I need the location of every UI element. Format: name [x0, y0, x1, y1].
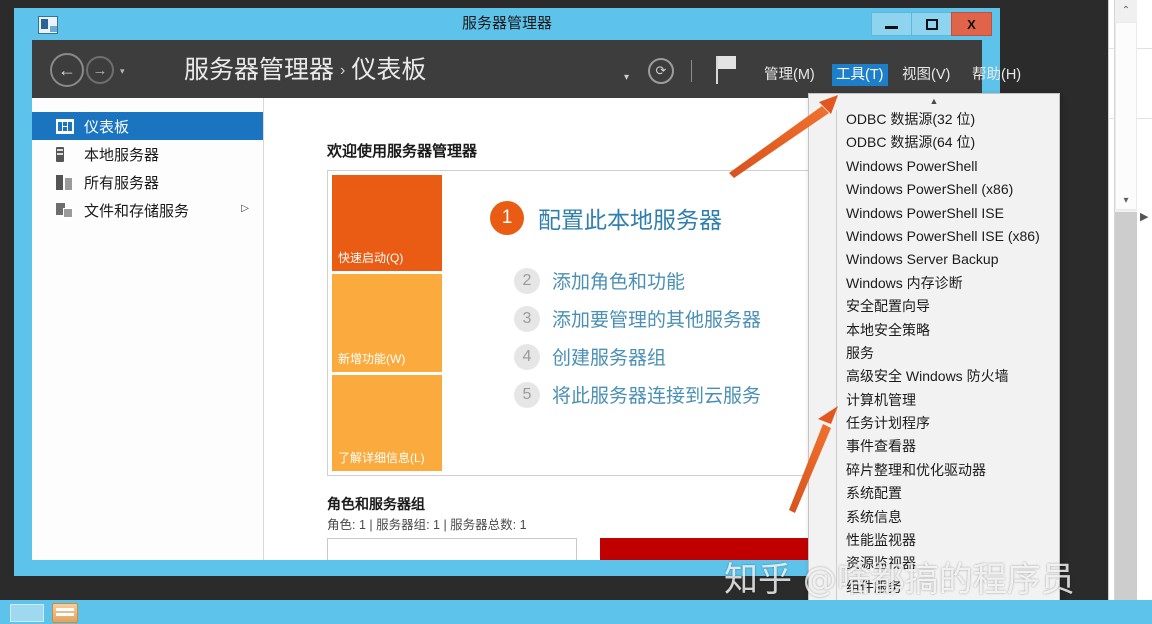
step-number: 4: [514, 343, 540, 370]
step-number: 5: [514, 381, 540, 408]
tile-label: 快速启动(Q): [338, 251, 404, 265]
step-label[interactable]: 添加角色和功能: [552, 267, 685, 294]
roles-section-heading: 角色和服务器组: [327, 496, 425, 512]
tools-menu-item[interactable]: 任务计划程序: [809, 412, 1059, 435]
page-scrollbar[interactable]: ⌃ ▾: [1114, 0, 1137, 600]
step-connect-cloud-services[interactable]: 5 将此服务器连接到云服务: [514, 381, 761, 408]
tools-dropdown-menu[interactable]: ▲ ODBC 数据源(32 位) ODBC 数据源(64 位) Windows …: [808, 93, 1060, 613]
tools-menu-item[interactable]: 服务: [809, 342, 1059, 365]
menu-view[interactable]: 视图(V): [898, 64, 954, 86]
refresh-icon[interactable]: ⟳: [648, 58, 674, 84]
tools-menu-item[interactable]: 高级安全 Windows 防火墙: [809, 365, 1059, 388]
sidebar-item-local-server[interactable]: 本地服务器: [32, 140, 263, 168]
chevron-right-icon[interactable]: ▷: [241, 203, 249, 214]
tools-menu-item[interactable]: Windows PowerShell (x86): [809, 178, 1059, 201]
tools-menu-item[interactable]: 系统配置: [809, 482, 1059, 505]
step-label[interactable]: 将此服务器连接到云服务: [552, 381, 761, 408]
sidebar-item-label: 本地服务器: [84, 146, 160, 164]
sidebar-item-dashboard[interactable]: 仪表板: [32, 112, 263, 140]
tools-menu-item[interactable]: 本地安全策略: [809, 319, 1059, 342]
servers-icon: [56, 174, 74, 190]
menu-tools[interactable]: 工具(T): [832, 64, 888, 86]
sidebar-item-label: 文件和存储服务: [84, 202, 190, 220]
roles-card-empty[interactable]: [327, 538, 577, 560]
tools-menu-item[interactable]: 安全配置向导: [809, 295, 1059, 318]
tools-menu-item-computer-management[interactable]: 计算机管理: [809, 389, 1059, 412]
tools-menu-item[interactable]: Windows PowerShell: [809, 155, 1059, 178]
welcome-heading: 欢迎使用服务器管理器: [327, 143, 478, 160]
tile-learn-more[interactable]: 了解详细信息(L): [332, 375, 442, 471]
tile-whats-new[interactable]: 新增功能(W): [332, 274, 442, 372]
menu-scroll-up-icon[interactable]: ▲: [809, 94, 1059, 108]
tools-menu-item[interactable]: 碎片整理和优化驱动器: [809, 459, 1059, 482]
taskbar-start-button[interactable]: [10, 604, 44, 622]
tools-menu-item[interactable]: Windows 内存诊断: [809, 272, 1059, 295]
window-title: 服务器管理器: [461, 15, 552, 32]
step-create-server-group[interactable]: 4 创建服务器组: [514, 343, 666, 370]
tools-menu-list: ODBC 数据源(32 位) ODBC 数据源(64 位) Windows Po…: [809, 108, 1059, 599]
watermark-main: 知乎 @啥都搞的程序员: [724, 560, 1075, 600]
application-toolbar: ← → ▾ 服务器管理器 › 仪表板 ▾ ⟳ 管理(M) 工具(T) 视图(V) 帮…: [32, 40, 1021, 98]
expand-right-caret-icon[interactable]: ▶: [1140, 210, 1148, 223]
step-number: 2: [514, 267, 540, 294]
scroll-up-arrow-icon[interactable]: ⌃: [1115, 0, 1137, 22]
roles-section-summary: 角色: 1 | 服务器组: 1 | 服务器总数: 1: [327, 518, 527, 532]
back-arrow-icon[interactable]: ←: [50, 53, 84, 87]
breadcrumb[interactable]: 服务器管理器 › 仪表板: [184, 53, 426, 88]
step-number: 1: [490, 201, 524, 235]
forward-arrow-icon[interactable]: →: [86, 56, 114, 84]
tile-quick-start[interactable]: 快速启动(Q): [332, 175, 442, 271]
storage-icon: [56, 202, 74, 218]
notifications-flag-icon[interactable]: [716, 56, 738, 84]
sidebar-item-file-storage-services[interactable]: 文件和存储服务 ▷: [32, 196, 263, 224]
tools-menu-item[interactable]: ODBC 数据源(64 位): [809, 131, 1059, 154]
scroll-down-arrow-icon[interactable]: ▾: [1115, 190, 1137, 212]
taskbar-folder-icon[interactable]: [52, 603, 78, 623]
tools-menu-item[interactable]: ODBC 数据源(32 位): [809, 108, 1059, 131]
step-label[interactable]: 添加要管理的其他服务器: [552, 305, 761, 332]
taskbar[interactable]: [0, 600, 1152, 624]
menu-manage[interactable]: 管理(M): [760, 64, 819, 86]
step-add-roles-features[interactable]: 2 添加角色和功能: [514, 267, 685, 294]
breadcrumb-separator-icon: ›: [340, 62, 346, 79]
sidebar-item-all-servers[interactable]: 所有服务器: [32, 168, 263, 196]
toolbar-divider: [691, 60, 692, 82]
scrollbar-thumb[interactable]: [1115, 22, 1137, 210]
desktop-background: ⌃ ▾ ▶ 服务器管理器 X ← → ▾ 服务器管理器 › 仪表板 ▾ ⟳ 管理…: [0, 0, 1152, 624]
nav-history-caret-icon[interactable]: ▾: [120, 66, 125, 77]
tools-menu-item[interactable]: 性能监视器: [809, 529, 1059, 552]
dashboard-icon: [56, 118, 74, 134]
navigation-sidebar: 仪表板 本地服务器 所有服务器 文件和存储服务 ▷: [32, 98, 264, 560]
tools-menu-item[interactable]: Windows PowerShell ISE: [809, 202, 1059, 225]
address-dropdown-caret-icon[interactable]: ▾: [624, 72, 629, 83]
quick-start-tiles: 快速启动(Q) 新增功能(W) 了解详细信息(L): [332, 175, 442, 471]
step-configure-local-server[interactable]: 1 配置此本地服务器: [490, 201, 722, 235]
scrollbar-track[interactable]: [1115, 212, 1137, 600]
breadcrumb-root[interactable]: 服务器管理器: [184, 56, 334, 84]
tile-label: 新增功能(W): [338, 352, 406, 366]
step-label[interactable]: 配置此本地服务器: [538, 201, 722, 235]
tools-menu-item[interactable]: Windows PowerShell ISE (x86): [809, 225, 1059, 248]
getting-started-steps: 1 配置此本地服务器 2 添加角色和功能 3 添加要管理的其他服务器 4 创建服…: [458, 171, 836, 475]
sidebar-item-label: 仪表板: [84, 118, 130, 136]
step-number: 3: [514, 305, 540, 332]
sidebar-item-label: 所有服务器: [84, 174, 160, 192]
tile-label: 了解详细信息(L): [338, 451, 425, 465]
maximize-button[interactable]: [911, 12, 952, 36]
server-icon: [56, 146, 64, 162]
tools-menu-item[interactable]: 事件查看器: [809, 435, 1059, 458]
minimize-button[interactable]: [871, 12, 912, 36]
close-button[interactable]: X: [951, 12, 992, 36]
window-controls: X: [871, 12, 992, 36]
window-titlebar[interactable]: 服务器管理器 X: [14, 8, 1000, 40]
step-add-other-servers[interactable]: 3 添加要管理的其他服务器: [514, 305, 761, 332]
menu-help[interactable]: 帮助(H): [968, 64, 1025, 86]
step-label[interactable]: 创建服务器组: [552, 343, 666, 370]
breadcrumb-current[interactable]: 仪表板: [351, 56, 426, 84]
tools-menu-item[interactable]: 系统信息: [809, 506, 1059, 529]
tools-menu-item[interactable]: Windows Server Backup: [809, 248, 1059, 271]
welcome-card: 快速启动(Q) 新增功能(W) 了解详细信息(L) 1 配置此本地服务器 2 添…: [327, 170, 837, 476]
